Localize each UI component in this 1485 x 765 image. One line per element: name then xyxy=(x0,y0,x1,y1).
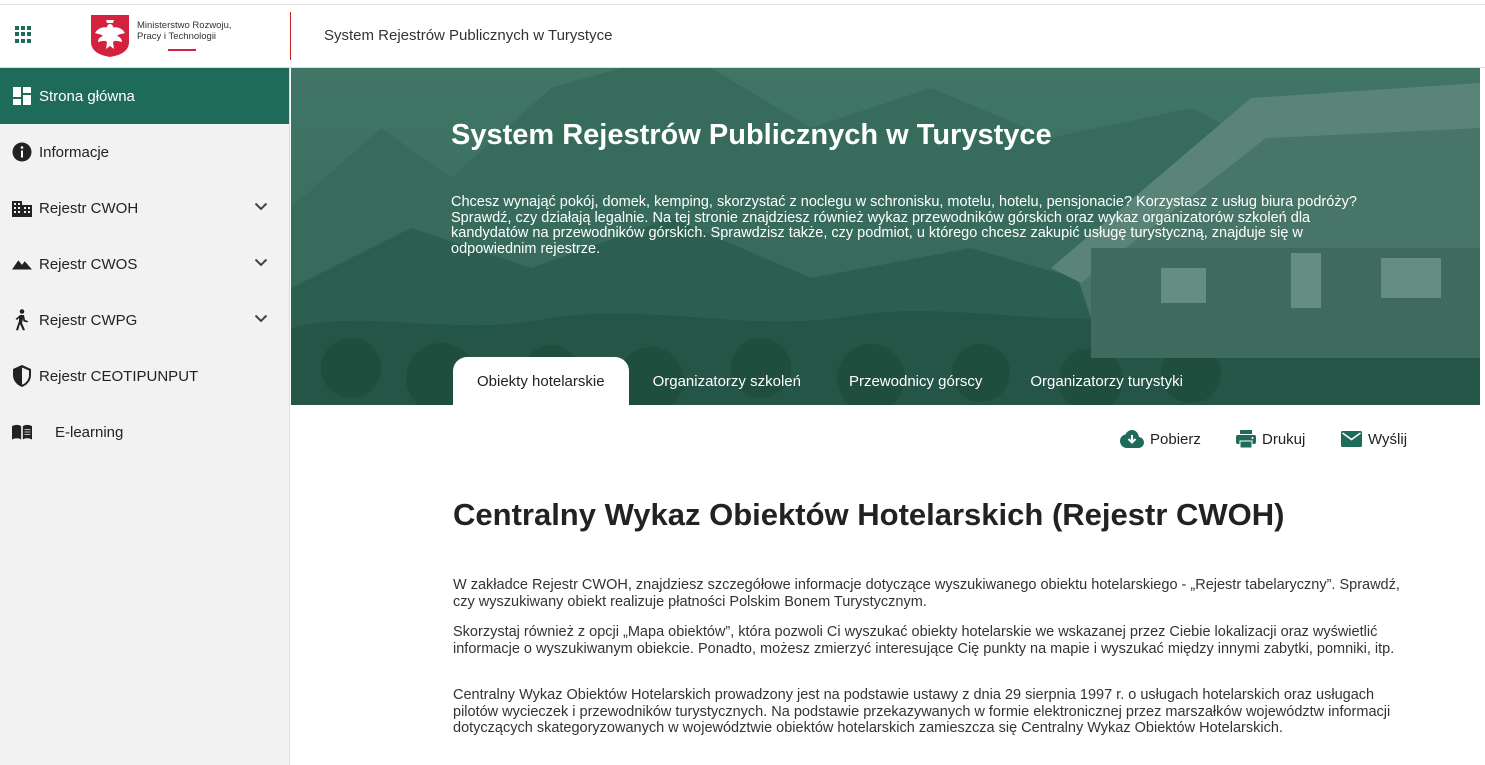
sidebar-item-label: Rejestr CWOH xyxy=(39,199,139,217)
print-button[interactable]: Drukuj xyxy=(1236,428,1305,450)
page-title: Centralny Wykaz Obiektów Hotelarskich (R… xyxy=(453,497,1285,532)
paragraph-intro: W zakładce Rejestr CWOH, znajdziesz szcz… xyxy=(453,577,1400,610)
hero-description: Chcesz wynająć pokój, domek, kemping, sk… xyxy=(451,194,1357,257)
sidebar-item-label: Rejestr CWPG xyxy=(39,311,138,329)
sidebar-item-ceotipunput[interactable]: Rejestr CEOTIPUNPUT xyxy=(0,348,289,404)
send-button[interactable]: Wyślij xyxy=(1341,428,1407,450)
app-header: Ministerstwo Rozwoju, Pracy i Technologi… xyxy=(0,5,1485,68)
hero-title: System Rejestrów Publicznych w Turystyce xyxy=(451,119,1052,151)
sidebar-item-elearning[interactable]: E-learning xyxy=(0,404,289,460)
apps-grid-icon[interactable] xyxy=(15,26,32,43)
sidebar-item-informacje[interactable]: Informacje xyxy=(0,124,289,180)
sidebar-item-label: E-learning xyxy=(55,423,124,441)
sidebar: Strona główna Informacje Rejestr CWOH Re… xyxy=(0,68,290,765)
dashboard-icon xyxy=(12,86,32,106)
tab-obiekty-hotelarskie[interactable]: Obiekty hotelarskie xyxy=(453,357,629,405)
print-label: Drukuj xyxy=(1262,430,1306,448)
info-icon xyxy=(12,142,32,162)
printer-icon xyxy=(1236,430,1256,448)
envelope-icon xyxy=(1341,431,1362,447)
sidebar-item-label: Rejestr CWOS xyxy=(39,255,138,273)
chevron-down-icon[interactable] xyxy=(254,258,268,267)
sidebar-item-cwos[interactable]: Rejestr CWOS xyxy=(0,236,289,292)
building-icon xyxy=(12,198,32,218)
paragraph-map: Skorzystaj również z opcji „Mapa obiektó… xyxy=(453,624,1395,657)
cloud-download-icon xyxy=(1120,430,1144,448)
chevron-down-icon[interactable] xyxy=(254,314,268,323)
sidebar-item-cwpg[interactable]: Rejestr CWPG xyxy=(0,292,289,348)
shield-icon xyxy=(12,365,32,387)
mountain-icon xyxy=(12,254,32,274)
chevron-down-icon[interactable] xyxy=(254,202,268,211)
paragraph-legal: Centralny Wykaz Obiektów Hotelarskich pr… xyxy=(453,687,1391,736)
sidebar-item-cwoh[interactable]: Rejestr CWOH xyxy=(0,180,289,236)
book-icon xyxy=(12,422,32,442)
register-tabs: Obiekty hotelarskie Organizatorzy szkole… xyxy=(453,357,1207,405)
download-button[interactable]: Pobierz xyxy=(1120,428,1201,450)
header-divider xyxy=(290,12,291,60)
logo-underline xyxy=(168,49,196,51)
eagle-emblem-icon xyxy=(91,15,129,57)
tab-organizatorzy-turystyki[interactable]: Organizatorzy turystyki xyxy=(1006,357,1207,405)
tab-organizatorzy-szkolen[interactable]: Organizatorzy szkoleń xyxy=(629,357,825,405)
download-label: Pobierz xyxy=(1150,430,1201,448)
ministry-logo[interactable]: Ministerstwo Rozwoju, Pracy i Technologi… xyxy=(90,14,270,60)
sidebar-item-home[interactable]: Strona główna xyxy=(0,68,289,124)
tab-przewodnicy-gorscy[interactable]: Przewodnicy górscy xyxy=(825,357,1006,405)
sidebar-item-label: Rejestr CEOTIPUNPUT xyxy=(39,367,199,385)
hero-banner: System Rejestrów Publicznych w Turystyce… xyxy=(291,68,1480,405)
sidebar-item-label: Strona główna xyxy=(39,87,135,105)
hiker-icon xyxy=(12,309,32,331)
send-label: Wyślij xyxy=(1368,430,1408,448)
logo-text: Ministerstwo Rozwoju, Pracy i Technologi… xyxy=(137,20,232,42)
app-title: System Rejestrów Publicznych w Turystyce xyxy=(324,27,613,44)
sidebar-item-label: Informacje xyxy=(39,143,110,161)
